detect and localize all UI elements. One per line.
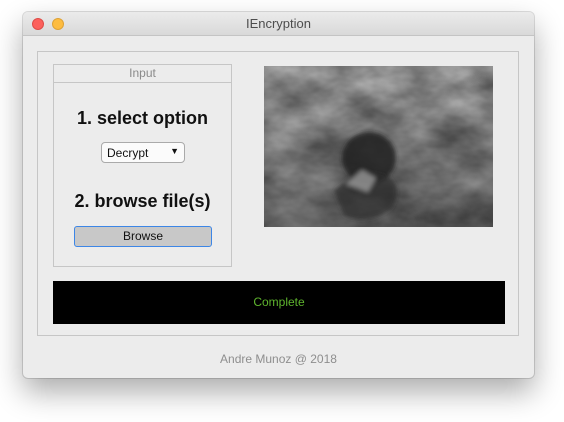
preview-image — [264, 66, 493, 227]
browse-button[interactable]: Browse — [74, 226, 212, 247]
status-text: Complete — [253, 295, 305, 309]
option-select-value: Decrypt — [107, 146, 149, 160]
step2-label: 2. browse file(s) — [74, 191, 211, 211]
input-panel-header: Input — [54, 65, 231, 83]
app-window: IEncryption Input 1. select option Decry… — [23, 12, 534, 378]
option-select[interactable]: Decrypt ▼ — [101, 142, 185, 163]
status-bar: Complete — [53, 281, 505, 324]
step1-label: 1. select option — [76, 108, 209, 128]
input-panel: Input 1. select option Decrypt ▼ 2. brow… — [53, 64, 232, 267]
title-bar[interactable]: IEncryption — [23, 12, 534, 36]
dropdown-arrow-icon: ▼ — [170, 146, 179, 156]
image-preview — [264, 66, 493, 227]
window-title: IEncryption — [245, 16, 312, 31]
footer-credit: Andre Munoz @ 2018 — [220, 352, 337, 366]
